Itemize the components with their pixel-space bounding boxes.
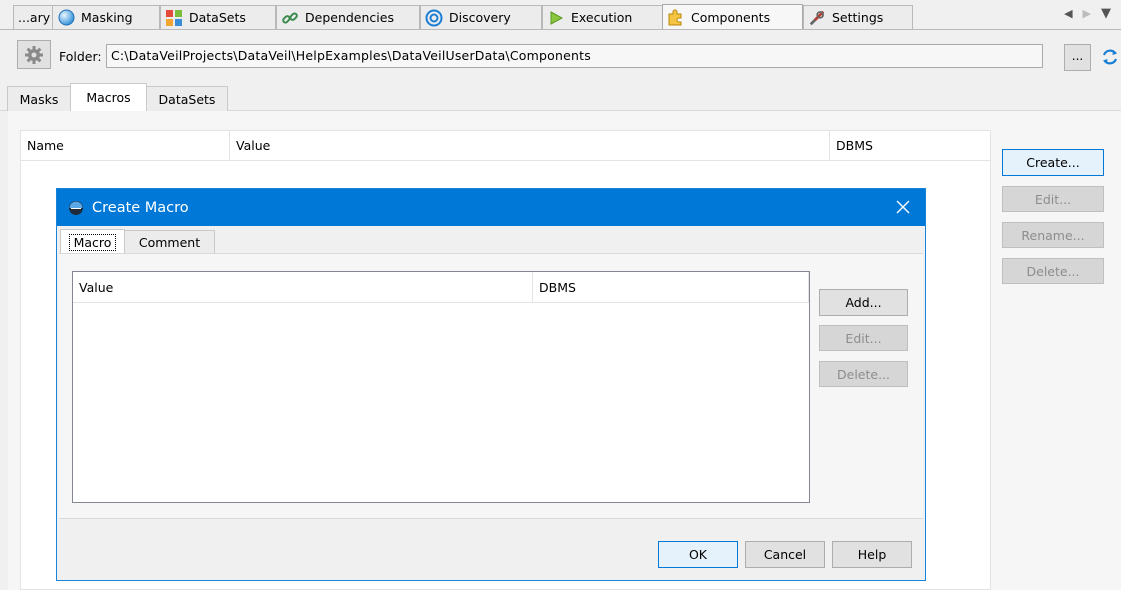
globe-icon xyxy=(57,9,75,27)
edit-value-button[interactable]: Edit... xyxy=(819,325,908,351)
dialog-tab-macro[interactable]: Macro xyxy=(60,229,125,254)
add-value-button[interactable]: Add... xyxy=(819,289,908,316)
tab-components[interactable]: Components xyxy=(662,4,803,30)
subtab-datasets[interactable]: DataSets xyxy=(146,86,228,111)
grid-icon xyxy=(165,9,183,27)
tab-datasets-label: DataSets xyxy=(189,10,246,25)
subtab-datasets-label: DataSets xyxy=(158,91,216,107)
subtab-masks-label: Masks xyxy=(19,91,59,107)
delete-value-button[interactable]: Delete... xyxy=(819,361,908,387)
tab-components-label: Components xyxy=(691,10,771,25)
tab-bar-divider xyxy=(0,29,1121,30)
dialog-tab-comment[interactable]: Comment xyxy=(124,230,215,253)
column-header-value[interactable]: Value xyxy=(73,272,533,303)
play-icon xyxy=(547,9,565,27)
scroll-right-icon[interactable]: ▶ xyxy=(1083,7,1091,20)
column-header-name[interactable]: Name xyxy=(21,131,230,161)
app-logo-icon xyxy=(69,200,83,215)
cancel-button[interactable]: Cancel xyxy=(745,541,825,568)
tools-icon xyxy=(808,9,826,27)
subtab-macros-label: Macros xyxy=(86,90,131,105)
scroll-left-icon[interactable]: ◀ xyxy=(1064,7,1072,20)
subtab-macros[interactable]: Macros xyxy=(70,83,147,111)
tab-masking[interactable]: Masking xyxy=(52,5,160,29)
gear-icon xyxy=(25,45,43,64)
target-icon xyxy=(425,9,443,27)
dialog-tab-macro-label: Macro xyxy=(68,233,117,251)
settings-gear-button[interactable] xyxy=(17,40,51,69)
link-icon xyxy=(281,9,299,27)
tab-discovery[interactable]: Discovery xyxy=(420,5,542,29)
tab-settings-label: Settings xyxy=(832,10,884,25)
column-header-dbms[interactable]: DBMS xyxy=(533,272,809,303)
subtab-masks[interactable]: Masks xyxy=(7,86,71,111)
create-button[interactable]: Create... xyxy=(1002,149,1104,176)
help-button[interactable]: Help xyxy=(832,541,912,568)
ok-button[interactable]: OK xyxy=(658,541,738,568)
puzzle-icon xyxy=(667,9,685,27)
tab-discovery-label: Discovery xyxy=(449,10,511,25)
tab-summary-label: ...ary xyxy=(18,10,51,25)
folder-path-field[interactable]: C:\DataVeilProjects\DataVeil\HelpExample… xyxy=(106,44,1043,68)
tab-datasets[interactable]: DataSets xyxy=(160,5,276,29)
tab-list-dropdown-icon[interactable]: ▼ xyxy=(1101,6,1111,21)
column-header-value[interactable]: Value xyxy=(230,131,830,161)
column-header-dbms[interactable]: DBMS xyxy=(830,131,990,161)
tab-masking-label: Masking xyxy=(81,10,133,25)
close-icon[interactable] xyxy=(895,199,911,215)
dialog-title: Create Macro xyxy=(92,199,189,216)
dialog-tab-comment-label: Comment xyxy=(138,234,201,250)
tab-execution[interactable]: Execution xyxy=(542,5,663,29)
create-macro-dialog: Create Macro Macro Comment Value DBMS Ad… xyxy=(56,188,926,581)
tab-settings[interactable]: Settings xyxy=(803,5,913,29)
refresh-icon[interactable] xyxy=(1100,47,1120,67)
browse-folder-button[interactable]: ... xyxy=(1064,44,1091,71)
dialog-title-bar[interactable]: Create Macro xyxy=(57,189,925,226)
tab-dependencies-label: Dependencies xyxy=(305,10,394,25)
tab-summary[interactable]: ...ary xyxy=(13,5,53,29)
main-tab-bar: ...ary Masking DataSets Dependencies Dis… xyxy=(0,0,1121,30)
tab-scroll-controls: ◀ ▶ ▼ xyxy=(1064,6,1111,21)
folder-label: Folder: xyxy=(59,49,102,64)
macro-values-table[interactable]: Value DBMS xyxy=(72,271,810,503)
delete-button[interactable]: Delete... xyxy=(1002,258,1104,284)
tab-execution-label: Execution xyxy=(571,10,633,25)
rename-button[interactable]: Rename... xyxy=(1002,222,1104,248)
tab-dependencies[interactable]: Dependencies xyxy=(276,5,420,29)
edit-button[interactable]: Edit... xyxy=(1002,186,1104,212)
